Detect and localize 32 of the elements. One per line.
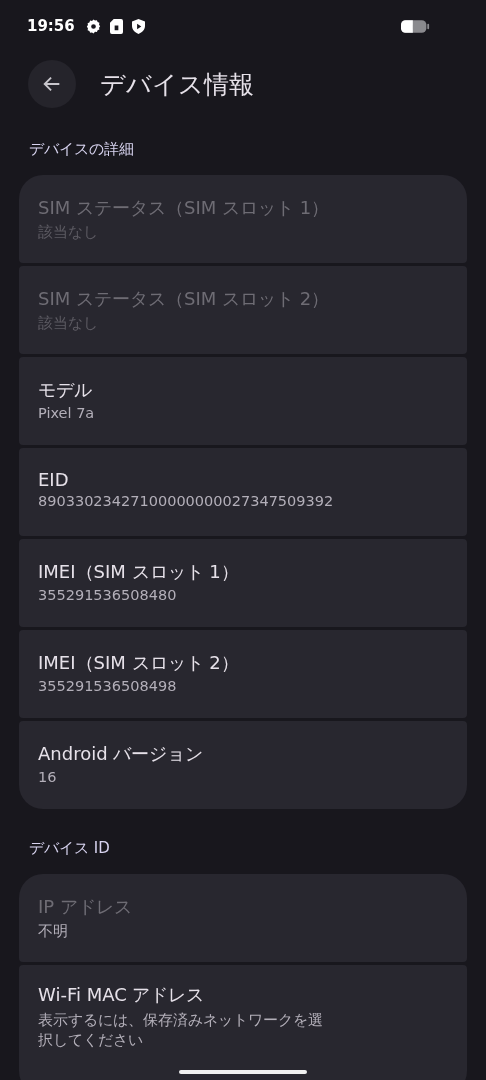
navigation-handle[interactable] [179,1070,307,1074]
item-title: モデル [38,378,93,402]
list-item[interactable]: Android バージョン 16 [19,721,467,809]
item-value: 89033023427100000000027347509392 [38,493,335,509]
back-button[interactable] [28,60,76,108]
section-heading: デバイスの詳細 [28,139,135,160]
list-item[interactable]: IMEI（SIM スロット 2） 355291536508498 [19,630,467,718]
list-item[interactable]: IMEI（SIM スロット 1） 355291536508480 [19,539,467,627]
item-title: Android バージョン [38,742,205,766]
item-value: 355291536508498 [38,678,178,694]
status-time: 19:56 [27,17,75,35]
item-title: IMEI（SIM スロット 2） [38,651,240,675]
item-value: Pixel 7a [38,405,96,421]
item-title: Wi-Fi MAC アドレス [38,983,206,1007]
list-item[interactable]: EID 89033023427100000000027347509392 [19,448,467,536]
gear-icon [85,18,101,34]
page-title: デバイス情報 [100,68,254,101]
list-item[interactable]: モデル Pixel 7a [19,357,467,445]
item-value: 16 [38,769,58,785]
item-value: 表示するには、保存済みネットワークを選択してください [38,1011,324,1051]
list-item[interactable]: Wi-Fi MAC アドレス 表示するには、保存済みネットワークを選択してください [19,965,467,1080]
item-title: SIM ステータス（SIM スロット 1） [38,196,331,220]
item-title: IMEI（SIM スロット 1） [38,560,240,584]
item-value: 355291536508480 [38,587,178,603]
item-value: 不明 [38,922,69,941]
item-title: EID [38,469,70,490]
shield-icon [131,18,145,34]
item-title: IP アドレス [38,895,133,919]
sim-card-icon [109,18,123,34]
item-title: SIM ステータス（SIM スロット 2） [38,287,331,311]
battery-icon [401,18,430,34]
section-heading: デバイス ID [28,838,111,859]
